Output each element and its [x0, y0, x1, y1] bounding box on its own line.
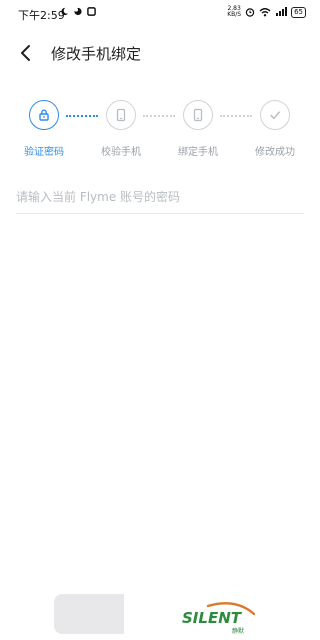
- phone-icon: [193, 108, 203, 122]
- step-bind-phone: 绑定手机: [168, 100, 228, 158]
- chevron-left-icon[interactable]: [16, 42, 36, 64]
- signal-icon: [276, 7, 288, 16]
- check-icon: [270, 111, 280, 120]
- next-button[interactable]: [54, 594, 124, 634]
- step-label: 校验手机: [101, 147, 141, 158]
- step-success: 修改成功: [245, 100, 305, 158]
- step-label: 修改成功: [255, 147, 295, 158]
- password-input[interactable]: [16, 182, 304, 212]
- notification-icons: [60, 7, 96, 16]
- moon-icon: [61, 7, 69, 16]
- app-notification-icon: [87, 7, 96, 16]
- step-label: 验证密码: [24, 147, 64, 158]
- weather-icon: [74, 7, 82, 16]
- status-right: 2.83 KB/S 65: [227, 6, 306, 18]
- status-bar: 下午2:59 2.83 KB/S 65: [0, 0, 320, 28]
- battery-icon: 65: [291, 6, 306, 18]
- watermark-text: SILENT: [182, 609, 243, 627]
- watermark-subtext: 静默: [232, 627, 244, 635]
- progress-stepper: 验证密码 校验手机 绑定手机 修改成功: [0, 100, 320, 170]
- app-header: 修改手机绑定: [0, 36, 320, 72]
- status-time: 下午2:59: [18, 9, 65, 22]
- lock-icon: [39, 109, 49, 121]
- step-label: 绑定手机: [178, 147, 218, 158]
- phone-icon: [116, 108, 126, 122]
- network-speed: 2.83 KB/S: [227, 5, 242, 18]
- page-title: 修改手机绑定: [51, 45, 142, 63]
- wifi-icon: [259, 8, 271, 17]
- step-verify-password: 验证密码: [14, 100, 74, 158]
- step-verify-phone: 校验手机: [91, 100, 151, 158]
- alarm-icon: [245, 8, 255, 17]
- silent-watermark-logo: SILENT 静默: [182, 602, 256, 635]
- password-field-container: [16, 182, 304, 214]
